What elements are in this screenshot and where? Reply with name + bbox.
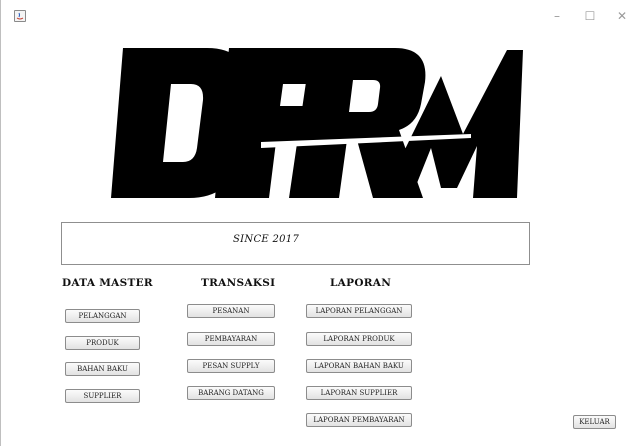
laporan-supplier-button[interactable]: LAPORAN SUPPLIER: [306, 386, 412, 400]
produk-button[interactable]: PRODUK: [65, 336, 140, 350]
java-app-icon: [14, 10, 26, 22]
pesanan-button[interactable]: PESANAN: [187, 304, 275, 318]
laporan-pembayaran-button[interactable]: LAPORAN PEMBAYARAN: [306, 413, 412, 427]
supplier-button[interactable]: SUPPLIER: [65, 389, 140, 403]
keluar-button[interactable]: KELUAR: [573, 415, 616, 429]
laporan-heading: LAPORAN: [330, 277, 392, 289]
bahan-baku-button[interactable]: BAHAN BAKU: [65, 362, 140, 376]
transaksi-heading: TRANSAKSI: [201, 277, 276, 289]
laporan-produk-button[interactable]: LAPORAN PRODUK: [306, 332, 412, 346]
laporan-pelanggan-button[interactable]: LAPORAN PELANGGAN: [306, 304, 412, 318]
pelanggan-button[interactable]: PELANGGAN: [65, 309, 140, 323]
laporan-bahan-baku-button[interactable]: LAPORAN BAHAN BAKU: [306, 359, 412, 373]
since-panel: SINCE 2017: [61, 222, 530, 265]
maximize-icon[interactable]: ☐: [580, 8, 600, 24]
since-label: SINCE 2017: [233, 234, 300, 245]
barang-datang-button[interactable]: BARANG DATANG: [187, 386, 275, 400]
dfrm-logo: [111, 48, 523, 198]
title-bar: – ☐ ✕: [1, 0, 627, 26]
data-master-heading: DATA MASTER: [62, 277, 153, 289]
pesan-supply-button[interactable]: PESAN SUPPLY: [187, 359, 275, 373]
pembayaran-button[interactable]: PEMBAYARAN: [187, 332, 275, 346]
minimize-icon[interactable]: –: [547, 8, 567, 24]
close-icon[interactable]: ✕: [612, 8, 627, 24]
main-window: – ☐ ✕ SINCE 2017 DATA MASTER TRANSAKSI L…: [0, 0, 627, 446]
